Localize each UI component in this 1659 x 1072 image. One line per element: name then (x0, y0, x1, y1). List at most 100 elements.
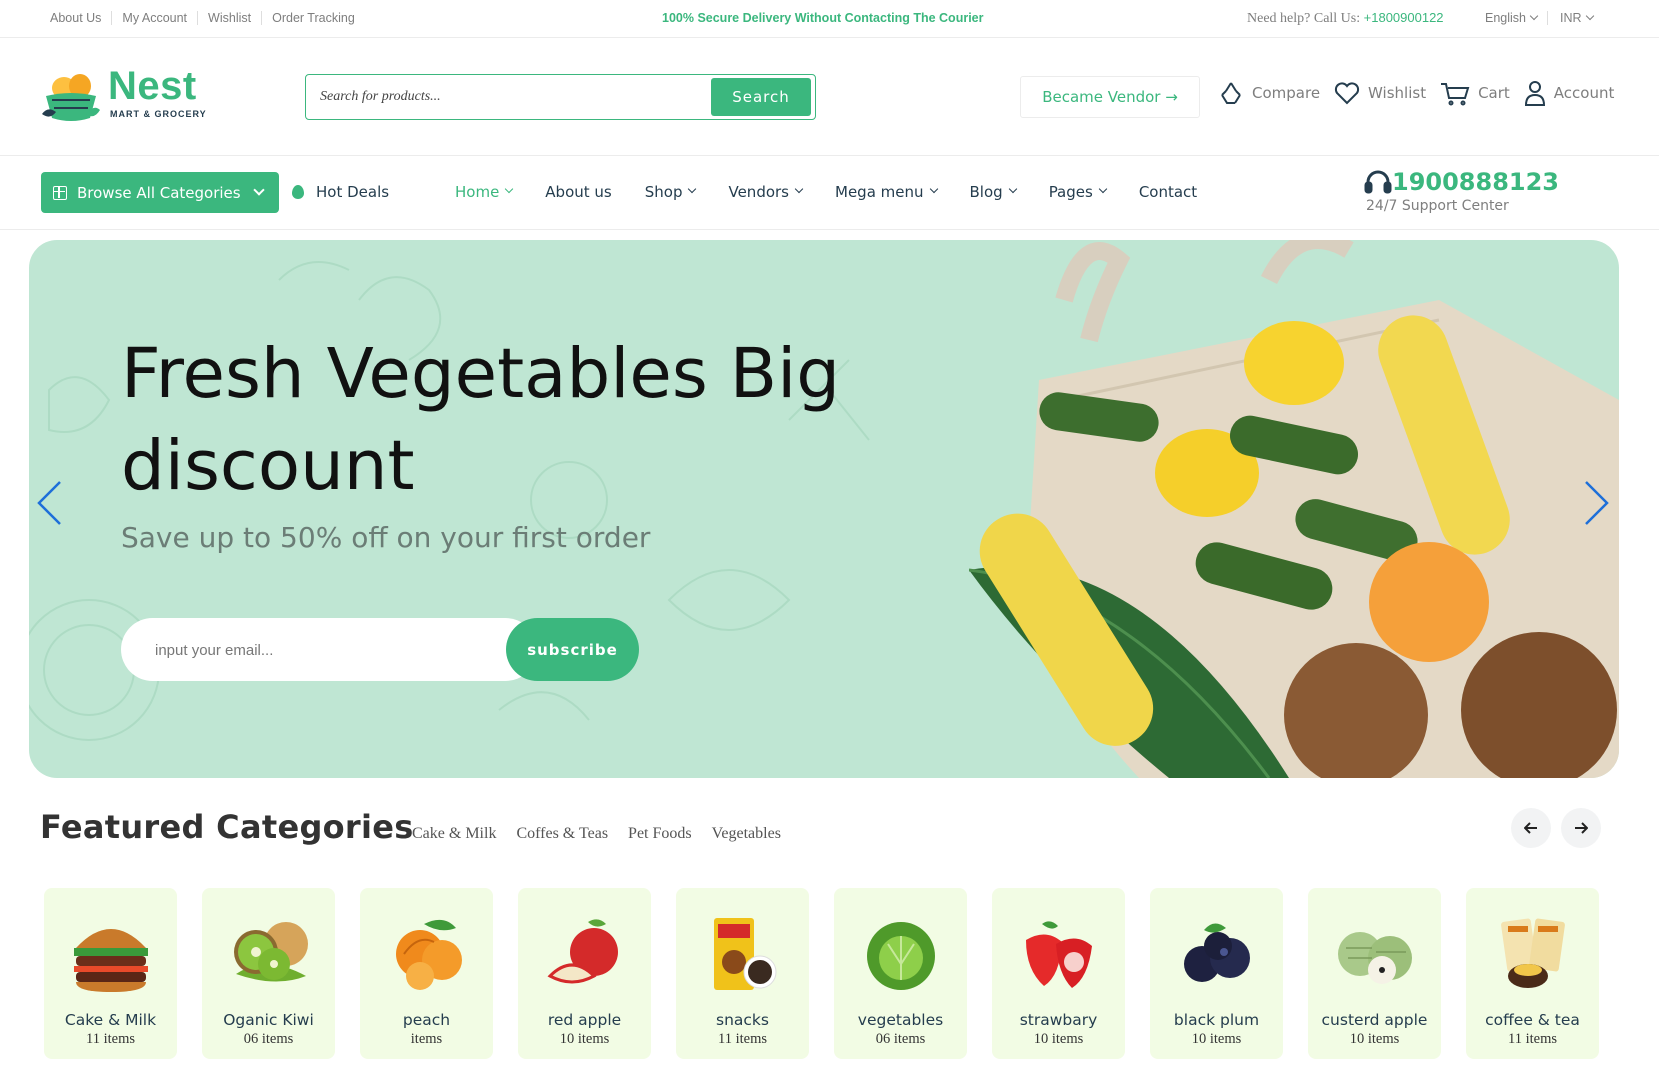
category-card[interactable]: peach items (360, 888, 493, 1059)
compare-icon (1221, 82, 1241, 104)
hot-deals-link[interactable]: Hot Deals (292, 183, 389, 201)
order-tracking-link[interactable]: Order Tracking (261, 11, 365, 25)
nav-menu: Home About us Shop Vendors Mega menu Blo… (455, 183, 1230, 201)
category-count: 11 items (1507, 1031, 1557, 1047)
category-name: red apple (547, 1011, 622, 1029)
nav-home[interactable]: Home (455, 183, 514, 201)
wishlist-button[interactable]: Wishlist (1334, 81, 1426, 105)
category-card[interactable]: Cake & Milk 11 items (44, 888, 177, 1059)
featured-prev-button[interactable] (1511, 808, 1551, 848)
nav-item-label: Mega menu (835, 183, 924, 201)
become-vendor-button[interactable]: Became Vendor → (1020, 76, 1200, 118)
category-name: vegetables (857, 1011, 944, 1029)
nav-about[interactable]: About us (545, 183, 611, 201)
nav-item-label: Contact (1138, 183, 1198, 201)
logo-tagline: MART & GROCERY (110, 109, 207, 119)
grid-icon (53, 185, 67, 200)
nav-pages[interactable]: Pages (1048, 183, 1108, 201)
category-count: items (410, 1031, 443, 1047)
help-line: Need help? Call Us: +1800900122 (1247, 10, 1444, 27)
hero-next-arrow[interactable] (1584, 480, 1610, 526)
category-card[interactable]: custerd apple 10 items (1308, 888, 1441, 1059)
currency-select[interactable]: INR (1560, 11, 1594, 25)
logo[interactable]: Nest MART & GROCERY (40, 64, 220, 126)
subscribe-button[interactable]: subscribe (506, 618, 639, 681)
nav-vendors[interactable]: Vendors (728, 183, 804, 201)
my-account-link[interactable]: My Account (111, 11, 197, 25)
newsletter-field (121, 618, 537, 681)
email-input[interactable] (155, 638, 485, 662)
account-button[interactable]: Account (1524, 80, 1615, 106)
chevron-down-icon (252, 183, 265, 196)
category-count: 06 items (243, 1031, 294, 1047)
category-card[interactable]: Oganic Kiwi 06 items (202, 888, 335, 1059)
category-name: Oganic Kiwi (223, 1011, 314, 1029)
nav-item-label: Shop (644, 183, 683, 201)
nav-item-label: Vendors (728, 183, 789, 201)
help-phone[interactable]: +1800900122 (1364, 10, 1444, 25)
category-count: 10 items (1191, 1031, 1242, 1047)
chevron-down-icon (688, 184, 697, 194)
strawberry-icon (1026, 921, 1092, 988)
tab-vegetables[interactable]: Vegetables (712, 825, 781, 843)
logo-basket-icon (42, 74, 100, 121)
about-us-link[interactable]: About Us (50, 11, 111, 25)
support-phone-row[interactable]: 1900888123 (1364, 168, 1559, 196)
cart-button[interactable]: Cart (1440, 80, 1510, 106)
category-count: 11 items (717, 1031, 767, 1047)
chevron-down-icon (794, 184, 804, 194)
search-button[interactable]: Search (711, 78, 811, 116)
hero-banner: Fresh Vegetables Big discount Save up to… (29, 240, 1619, 778)
category-card[interactable]: strawbary 10 items (992, 888, 1125, 1059)
user-icon (1524, 81, 1545, 106)
featured-next-button[interactable] (1561, 808, 1601, 848)
category-card[interactable]: snacks 11 items (676, 888, 809, 1059)
top-bar: About Us My Account Wishlist Order Track… (0, 0, 1659, 38)
tab-cake-milk[interactable]: Cake & Milk (412, 825, 496, 843)
nav-shop[interactable]: Shop (644, 183, 697, 201)
wishlist-link[interactable]: Wishlist (197, 11, 261, 25)
header-actions: Compare Wishlist Cart Account (1218, 80, 1628, 106)
tab-pet-foods[interactable]: Pet Foods (628, 825, 692, 843)
search-input[interactable] (320, 85, 680, 109)
category-count: 11 items (85, 1031, 135, 1047)
category-cards: Cake & Milk 11 items Oganic Kiwi 06 item… (44, 888, 1624, 1059)
chevron-down-icon (929, 184, 938, 194)
hot-deals-label: Hot Deals (316, 183, 390, 201)
category-card[interactable]: vegetables 06 items (834, 888, 967, 1059)
category-card[interactable]: coffee & tea 11 items (1466, 888, 1599, 1059)
account-label: Account (1553, 84, 1615, 102)
browse-categories-button[interactable]: Browse All Categories (41, 172, 279, 213)
custard-apple-icon (1338, 932, 1412, 984)
category-name: strawbary (1019, 1011, 1098, 1029)
chevron-down-icon (1098, 184, 1108, 194)
nav-mega-menu[interactable]: Mega menu (835, 183, 938, 201)
hero-produce-image (969, 240, 1619, 778)
kiwi-icon (234, 922, 308, 982)
featured-title: Featured Categories (40, 808, 414, 846)
chevron-down-icon (1008, 184, 1017, 194)
flame-icon (292, 185, 304, 199)
category-name: coffee & tea (1485, 1011, 1580, 1029)
category-card[interactable]: black plum 10 items (1150, 888, 1283, 1059)
category-name: custerd apple (1321, 1011, 1428, 1029)
support-center: 1900888123 24/7 Support Center (1364, 168, 1559, 214)
top-links: About Us My Account Wishlist Order Track… (50, 11, 365, 25)
nav-blog[interactable]: Blog (970, 183, 1017, 201)
nav-contact[interactable]: Contact (1139, 183, 1197, 201)
logo-wordmark: Nest (108, 64, 197, 108)
language-select[interactable]: English (1485, 11, 1548, 25)
currency-label: INR (1560, 11, 1582, 25)
tab-coffes-teas[interactable]: Coffes & Teas (516, 825, 608, 843)
hero-subtitle: Save up to 50% off on your first order (121, 521, 651, 554)
category-name: Cake & Milk (64, 1011, 157, 1029)
chevron-down-icon (1585, 11, 1594, 21)
headset-icon (1364, 170, 1392, 194)
category-count: 10 items (1033, 1031, 1084, 1047)
chevron-down-icon (1529, 11, 1539, 21)
compare-button[interactable]: Compare (1218, 80, 1320, 106)
nav-item-label: Pages (1048, 183, 1093, 201)
hero-prev-arrow[interactable] (36, 480, 62, 526)
category-card[interactable]: red apple 10 items (518, 888, 651, 1059)
apple-icon (547, 919, 618, 984)
